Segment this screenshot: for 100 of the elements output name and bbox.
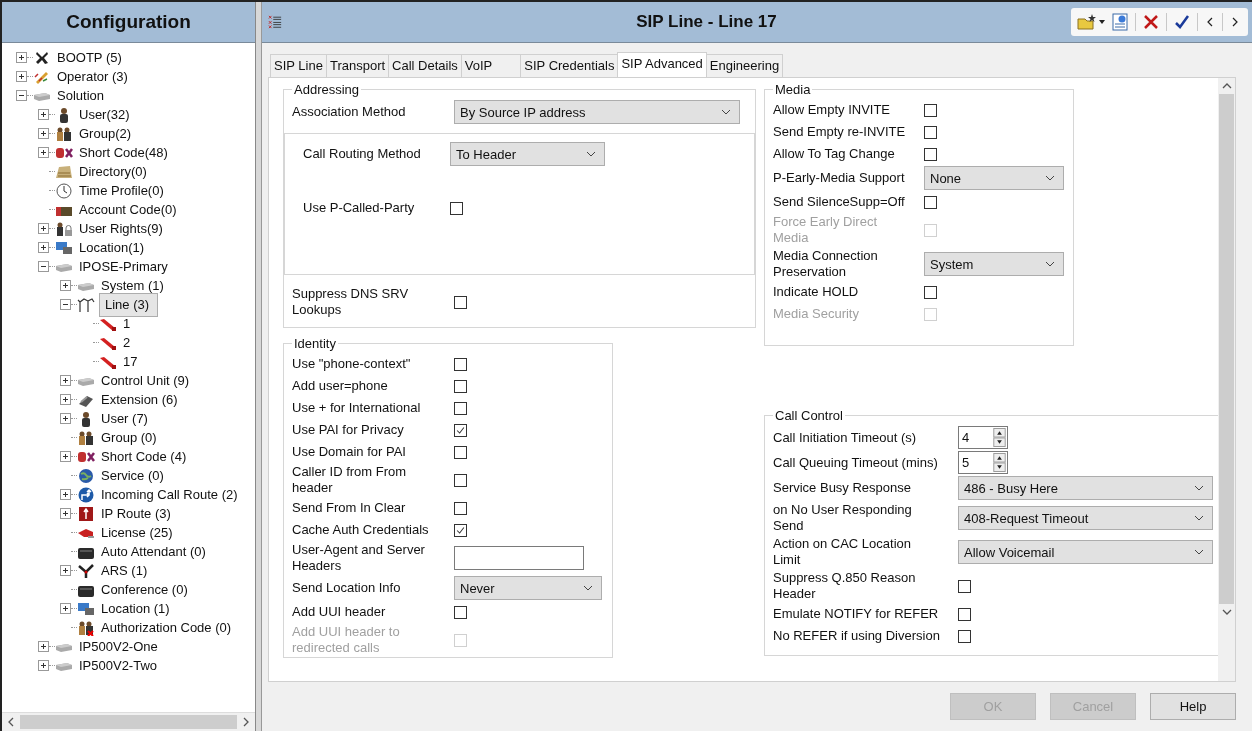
tree-item[interactable]: System (1) xyxy=(99,277,166,294)
expand-button[interactable] xyxy=(60,603,71,614)
expand-button[interactable] xyxy=(60,451,71,462)
tree-item[interactable]: Account Code(0) xyxy=(77,201,179,218)
collapse-button[interactable] xyxy=(16,90,27,101)
horizontal-scrollbar[interactable] xyxy=(2,712,255,731)
tree-item[interactable]: Directory(0) xyxy=(77,163,149,180)
checkbox[interactable] xyxy=(454,401,467,415)
expand-button[interactable] xyxy=(60,375,71,386)
checkbox[interactable] xyxy=(958,607,971,621)
tree-item[interactable]: User(32) xyxy=(77,106,132,123)
tab[interactable]: SIP Advanced xyxy=(617,52,707,77)
scroll-down-icon[interactable] xyxy=(1221,608,1232,616)
tree-item[interactable]: License (25) xyxy=(99,524,175,541)
tree-item[interactable]: Incoming Call Route (2) xyxy=(99,486,240,503)
checkbox[interactable] xyxy=(924,195,937,209)
spin-field[interactable]: 5 xyxy=(958,451,1008,474)
checkbox[interactable] xyxy=(454,379,467,393)
expand-button[interactable] xyxy=(16,71,27,82)
dropdown[interactable]: 408-Request Timeout xyxy=(958,506,1213,530)
checkbox[interactable] xyxy=(958,629,971,643)
delete-icon[interactable] xyxy=(1141,13,1161,31)
expand-button[interactable] xyxy=(38,147,49,158)
previous-icon[interactable] xyxy=(1206,17,1214,27)
spin-field[interactable]: 4 xyxy=(958,426,1008,449)
collapse-button[interactable] xyxy=(38,261,49,272)
expand-button[interactable] xyxy=(38,223,49,234)
next-icon[interactable] xyxy=(1231,17,1239,27)
dropdown[interactable]: To Header xyxy=(450,142,605,166)
checkbox[interactable] xyxy=(454,501,467,515)
document-icon[interactable] xyxy=(1110,13,1130,31)
tree-item[interactable]: 17 xyxy=(121,353,140,370)
expand-button[interactable] xyxy=(16,52,27,63)
checkmark-icon[interactable] xyxy=(1172,13,1192,31)
checkbox[interactable] xyxy=(454,473,467,487)
checkbox[interactable] xyxy=(454,423,467,437)
vertical-scrollbar[interactable] xyxy=(1218,78,1235,681)
scroll-up-icon[interactable] xyxy=(1221,82,1232,90)
spin-arrows-icon[interactable] xyxy=(993,428,1006,447)
expand-button[interactable] xyxy=(60,489,71,500)
tree-item[interactable]: ARS (1) xyxy=(99,562,150,579)
collapse-button[interactable] xyxy=(60,299,71,310)
dropdown[interactable]: 486 - Busy Here xyxy=(958,476,1213,500)
tree-item[interactable]: 2 xyxy=(121,334,133,351)
dialog-button[interactable]: Help xyxy=(1150,693,1236,720)
input-field[interactable] xyxy=(454,546,584,570)
tree-item[interactable]: Conference (0) xyxy=(99,581,190,598)
tree-item[interactable]: IP500V2-Two xyxy=(77,657,160,674)
expand-button[interactable] xyxy=(38,660,49,671)
checkbox[interactable] xyxy=(454,357,467,371)
spin-arrows-icon[interactable] xyxy=(993,453,1006,472)
dropdown[interactable]: None xyxy=(924,166,1064,190)
tree-item[interactable]: Short Code(48) xyxy=(77,144,170,161)
expand-button[interactable] xyxy=(38,109,49,120)
checkbox[interactable] xyxy=(454,523,467,537)
tree-item[interactable]: IP500V2-One xyxy=(77,638,160,655)
expand-button[interactable] xyxy=(60,508,71,519)
tab[interactable]: SIP Line xyxy=(270,54,327,77)
checkbox[interactable] xyxy=(454,605,467,619)
dropdown[interactable]: By Source IP address xyxy=(454,100,740,124)
dropdown[interactable]: Never xyxy=(454,576,602,600)
tree-item[interactable]: User Rights(9) xyxy=(77,220,165,237)
tab[interactable]: Engineering xyxy=(705,54,784,77)
checkbox[interactable] xyxy=(924,103,937,117)
expand-button[interactable] xyxy=(38,128,49,139)
expand-button[interactable] xyxy=(60,394,71,405)
tree-item[interactable]: Control Unit (9) xyxy=(99,372,192,389)
tree-item[interactable]: IP Route (3) xyxy=(99,505,173,522)
checkbox[interactable] xyxy=(924,125,937,139)
tree-item[interactable]: Solution xyxy=(55,87,106,104)
tree-item[interactable]: Authorization Code (0) xyxy=(99,619,234,636)
caret-icon[interactable] xyxy=(1099,20,1105,24)
checkbox[interactable] xyxy=(454,295,467,309)
checkbox[interactable] xyxy=(454,445,467,459)
checkbox[interactable] xyxy=(924,147,937,161)
checkbox[interactable] xyxy=(450,201,463,215)
tree-item[interactable]: BOOTP (5) xyxy=(55,49,124,66)
tree-item[interactable]: Auto Attendant (0) xyxy=(99,543,208,560)
folder-icon[interactable] xyxy=(1077,13,1097,31)
scroll-left-icon[interactable] xyxy=(7,717,15,727)
expand-button[interactable] xyxy=(60,413,71,424)
tree-item[interactable]: IPOSE-Primary xyxy=(77,258,170,275)
tree-item[interactable]: Group(2) xyxy=(77,125,134,142)
checkbox[interactable] xyxy=(958,579,971,593)
tree-item[interactable]: Location(1) xyxy=(77,239,147,256)
dropdown[interactable]: Allow Voicemail xyxy=(958,540,1213,564)
expand-button[interactable] xyxy=(38,242,49,253)
expand-button[interactable] xyxy=(60,565,71,576)
scroll-right-icon[interactable] xyxy=(242,717,250,727)
expand-button[interactable] xyxy=(60,280,71,291)
tree-item[interactable]: Short Code (4) xyxy=(99,448,189,465)
tree-item[interactable]: Operator (3) xyxy=(55,68,130,85)
tree-item[interactable]: Line (3) xyxy=(99,292,159,317)
tree-item[interactable]: Extension (6) xyxy=(99,391,180,408)
tree-item[interactable]: 1 xyxy=(121,315,133,332)
dropdown[interactable]: System xyxy=(924,252,1064,276)
tree-item[interactable]: Time Profile(0) xyxy=(77,182,166,199)
tree-item[interactable]: Location (1) xyxy=(99,600,172,617)
checkbox[interactable] xyxy=(924,285,937,299)
tree-item[interactable]: Group (0) xyxy=(99,429,159,446)
